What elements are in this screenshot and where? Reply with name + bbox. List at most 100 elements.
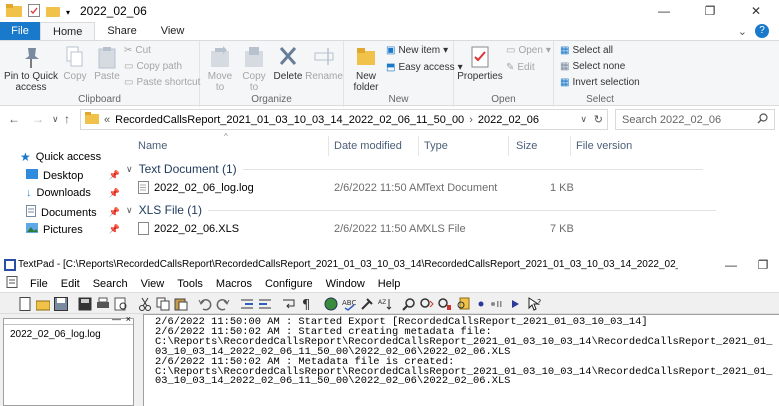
pin-icon[interactable]: 📌 bbox=[109, 188, 120, 199]
outdent-icon[interactable] bbox=[258, 297, 272, 311]
copy-to-button[interactable]: Copy to bbox=[238, 45, 270, 93]
menu-window[interactable]: Window bbox=[325, 278, 366, 290]
open-folder-icon[interactable] bbox=[36, 297, 50, 311]
column-size[interactable]: Size bbox=[516, 140, 537, 152]
sort-icon[interactable]: AZ bbox=[378, 297, 392, 311]
chevron-down-icon[interactable]: ⌄ bbox=[738, 25, 747, 38]
properties-button[interactable]: Properties bbox=[457, 45, 503, 82]
copy-button[interactable]: Copy bbox=[60, 45, 90, 82]
globe-icon[interactable] bbox=[324, 297, 338, 311]
close-button[interactable]: ✕ bbox=[733, 0, 779, 22]
column-type[interactable]: Type bbox=[424, 140, 448, 152]
play-macro-icon[interactable] bbox=[508, 297, 522, 311]
forward-arrow-icon[interactable]: → bbox=[32, 112, 44, 126]
new-folder-qa-icon[interactable] bbox=[46, 5, 60, 20]
redo-icon[interactable] bbox=[216, 297, 230, 311]
column-name[interactable]: Name bbox=[138, 140, 167, 152]
group-header-text-document[interactable]: ∨ Text Document (1) bbox=[126, 162, 703, 176]
back-arrow-icon[interactable]: ← bbox=[8, 112, 20, 126]
invert-selection-button[interactable]: ▦ Invert selection bbox=[560, 77, 640, 88]
pane-close-icon[interactable]: — bbox=[112, 314, 121, 324]
copy-icon[interactable] bbox=[156, 297, 170, 311]
menu-edit[interactable]: Edit bbox=[60, 278, 81, 290]
save-all-icon[interactable] bbox=[78, 297, 92, 311]
move-to-button[interactable]: Move to bbox=[204, 45, 236, 93]
column-date-modified[interactable]: Date modified bbox=[334, 140, 402, 152]
minimize-button[interactable]: — bbox=[641, 0, 687, 22]
chevron-down-icon[interactable]: ▾ bbox=[66, 8, 70, 17]
file-row[interactable]: 2022_02_06_log.log 2/6/2022 11:50 AM Tex… bbox=[124, 180, 779, 198]
breadcrumb-current[interactable]: 2022_02_06 bbox=[478, 114, 539, 126]
address-overflow[interactable]: « bbox=[104, 114, 110, 126]
refresh-icon[interactable]: ↻ bbox=[594, 113, 603, 126]
copy-path-button[interactable]: ▭ Copy path bbox=[124, 61, 182, 72]
menu-file[interactable]: File bbox=[29, 278, 49, 290]
menu-search[interactable]: Search bbox=[92, 278, 129, 290]
breadcrumb-parent[interactable]: RecordedCallsReport_2021_01_03_10_03_14_… bbox=[115, 114, 464, 126]
pause-macro-icon[interactable] bbox=[490, 297, 504, 311]
search-input[interactable]: Search 2022_02_06 bbox=[615, 109, 775, 130]
document-list-item[interactable]: 2022_02_06_log.log bbox=[10, 329, 101, 340]
minimize-button[interactable]: — bbox=[715, 255, 747, 275]
find-next-icon[interactable] bbox=[420, 297, 434, 311]
paste-icon[interactable] bbox=[174, 297, 188, 311]
tab-share[interactable]: Share bbox=[95, 22, 148, 40]
group-header-xls-file[interactable]: ∨ XLS File (1) bbox=[126, 203, 716, 217]
undo-icon[interactable] bbox=[198, 297, 212, 311]
indent-icon[interactable] bbox=[240, 297, 254, 311]
delete-button[interactable]: Delete bbox=[272, 45, 304, 82]
pin-quick-access-button[interactable]: Pin to Quick access bbox=[4, 45, 58, 93]
menu-tools[interactable]: Tools bbox=[176, 278, 204, 290]
new-file-icon[interactable] bbox=[18, 297, 32, 311]
properties-qa-icon[interactable] bbox=[28, 4, 40, 20]
print-preview-icon[interactable] bbox=[114, 297, 128, 311]
paste-button[interactable]: Paste bbox=[92, 45, 122, 82]
text-editor[interactable]: 2/6/2022 11:50:00 AM : Started Export [R… bbox=[143, 314, 779, 406]
find-in-files-icon[interactable] bbox=[456, 297, 470, 311]
cut-button[interactable]: ✂ Cut bbox=[124, 45, 151, 56]
word-wrap-icon[interactable] bbox=[282, 297, 296, 311]
paste-shortcut-button[interactable]: ▭ Paste shortcut bbox=[124, 77, 200, 88]
help-icon[interactable]: ? bbox=[755, 24, 769, 38]
context-help-icon[interactable]: ? bbox=[528, 297, 542, 311]
recent-chevron-icon[interactable]: ∨ bbox=[52, 114, 59, 125]
column-file-version[interactable]: File version bbox=[576, 140, 632, 152]
tools-icon[interactable] bbox=[360, 297, 374, 311]
find-icon[interactable] bbox=[402, 297, 416, 311]
nav-documents[interactable]: Documents 📌 bbox=[26, 205, 120, 220]
document-menu-icon[interactable] bbox=[6, 276, 18, 291]
replace-icon[interactable] bbox=[438, 297, 452, 311]
print-icon[interactable] bbox=[96, 297, 110, 311]
open-button[interactable]: ▭ Open ▾ bbox=[506, 45, 551, 56]
menu-configure[interactable]: Configure bbox=[264, 278, 314, 290]
pilcrow-icon[interactable]: ¶ bbox=[300, 297, 314, 311]
nav-quick-access[interactable]: ★ Quick access bbox=[20, 150, 120, 164]
address-bar[interactable]: « RecordedCallsReport_2021_01_03_10_03_1… bbox=[80, 109, 608, 130]
pin-icon[interactable]: 📌 bbox=[109, 207, 120, 218]
edit-button[interactable]: ✎ Edit bbox=[506, 62, 535, 73]
select-none-button[interactable]: ▦ Select none bbox=[560, 61, 625, 72]
menu-help[interactable]: Help bbox=[377, 278, 402, 290]
select-all-button[interactable]: ▦ Select all bbox=[560, 45, 613, 56]
new-item-button[interactable]: ▣ New item ▾ bbox=[386, 45, 448, 56]
pin-icon[interactable]: 📌 bbox=[109, 224, 120, 235]
chevron-down-icon[interactable]: ∨ bbox=[580, 114, 587, 125]
maximize-button[interactable]: ❐ bbox=[687, 0, 733, 22]
record-macro-icon[interactable] bbox=[474, 297, 488, 311]
nav-desktop[interactable]: Desktop 📌 bbox=[26, 169, 120, 182]
nav-pictures[interactable]: Pictures 📌 bbox=[26, 223, 120, 236]
menu-macros[interactable]: Macros bbox=[215, 278, 253, 290]
up-arrow-icon[interactable]: ↑ bbox=[64, 112, 70, 126]
save-icon[interactable] bbox=[54, 297, 68, 311]
pin-icon[interactable]: 📌 bbox=[109, 170, 120, 181]
spell-check-icon[interactable]: ABC bbox=[342, 297, 356, 311]
tab-file[interactable]: File bbox=[0, 22, 40, 40]
cut-icon[interactable] bbox=[138, 297, 152, 311]
nav-downloads[interactable]: ↓ Downloads 📌 bbox=[26, 187, 120, 199]
tab-view[interactable]: View bbox=[149, 22, 197, 40]
rename-button[interactable]: Rename bbox=[305, 45, 343, 82]
tab-home[interactable]: Home bbox=[40, 22, 96, 40]
maximize-button[interactable]: ❐ bbox=[747, 255, 779, 275]
file-row[interactable]: 2022_02_06.XLS 2/6/2022 11:50 AM XLS Fil… bbox=[124, 221, 779, 239]
new-folder-button[interactable]: New folder bbox=[348, 45, 384, 93]
